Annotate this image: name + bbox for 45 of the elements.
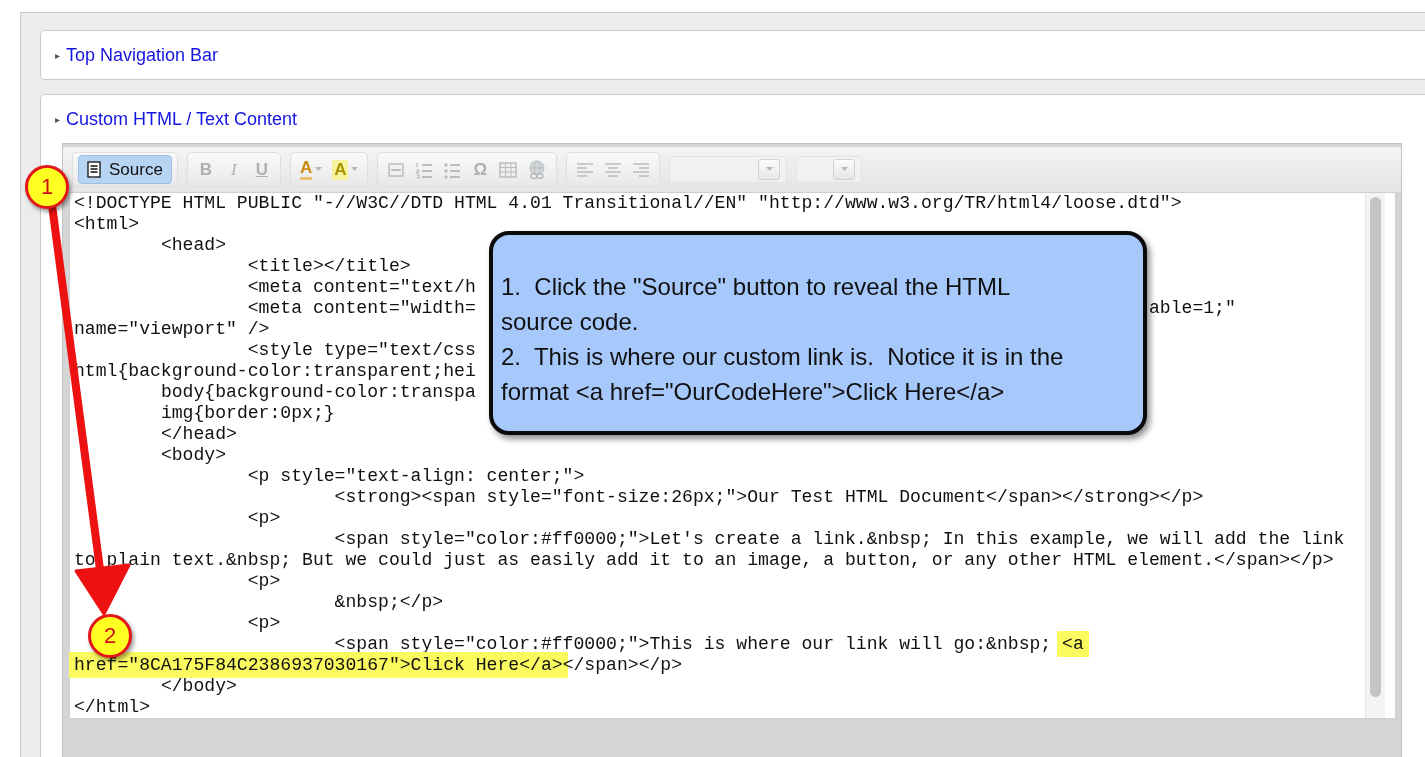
source-editor[interactable] <box>69 192 1396 719</box>
highlighted-code: <a <box>1057 631 1089 657</box>
code-text: <meta content="text/h <box>247 277 476 297</box>
numbered-list-icon <box>415 160 434 179</box>
globe-icon <box>527 159 548 180</box>
code-text: &nbsp;</p> <box>334 592 444 612</box>
code-text: <body> <box>160 445 227 465</box>
code-text: <strong><span style="font-size:26px;">Our Test HTML Document</span></strong></p> <box>334 487 1204 507</box>
code-text: <p style="text-align: center;"> <box>247 466 585 486</box>
bullet-list-icon <box>443 160 462 179</box>
code-text: name="viewport" /> <box>74 319 270 339</box>
callout: 1. Click the "Source" button to reveal the HTML source code. 2. This is where our custom link is. Notice it is in the format <a href="OurCodeHere">Click Here</a> <box>489 231 1147 435</box>
code-text: </head> <box>160 424 237 444</box>
expander-icon[interactable]: ▸ <box>55 49 60 61</box>
code-text: </body> <box>160 676 237 696</box>
source-button[interactable]: Source <box>78 155 172 184</box>
caret-icon <box>840 167 848 172</box>
expander-icon[interactable]: ▸ <box>55 113 60 125</box>
code-text: <p> <box>247 571 281 591</box>
code-text: to plain text.&nbsp; But we could just as easily add it to an image, a button, or any other HTML element.</span></p> <box>74 550 1334 570</box>
document-icon <box>87 161 101 178</box>
code-text: <style type="text/css <box>247 340 476 360</box>
panel-title-link[interactable]: Top Navigation Bar <box>66 44 219 66</box>
caret-icon <box>315 167 323 172</box>
align-left-icon <box>576 161 595 178</box>
code-text: <!DOCTYPE HTML PUBLIC "-//W3C//DTD HTML 4.01 Transitional//EN" "http://www.w3.org/TR/html4/loose.dtd"> <box>74 193 1182 213</box>
code-text: img{border:0px;} <box>160 403 335 423</box>
table-icon <box>499 161 518 178</box>
code-text: <p> <box>247 613 281 633</box>
code-text: <title></title> <box>247 256 411 276</box>
align-center-icon <box>604 161 623 178</box>
caret-icon <box>351 167 359 172</box>
code-text: </html> <box>74 697 150 717</box>
code-text: <p> <box>247 508 281 528</box>
code-text: <span style="color:#ff0000;">This is where our link will go:&nbsp; <box>334 634 1053 654</box>
align-right-icon <box>632 161 651 178</box>
caret-icon <box>765 167 773 172</box>
code-text: <head> <box>160 235 227 255</box>
panel-title-link[interactable]: Custom HTML / Text Content <box>66 108 298 130</box>
code-text: <html> <box>74 214 140 234</box>
scrollbar[interactable] <box>1370 197 1381 697</box>
code-text: able=1;" <box>1148 298 1236 319</box>
code-text: <meta content="width= <box>247 298 476 318</box>
code-text: body{background-color:transpa <box>160 382 476 402</box>
code-text: <span style="color:#ff0000;">Let's create a link.&nbsp; In this example, we will add the link <box>334 529 1345 549</box>
